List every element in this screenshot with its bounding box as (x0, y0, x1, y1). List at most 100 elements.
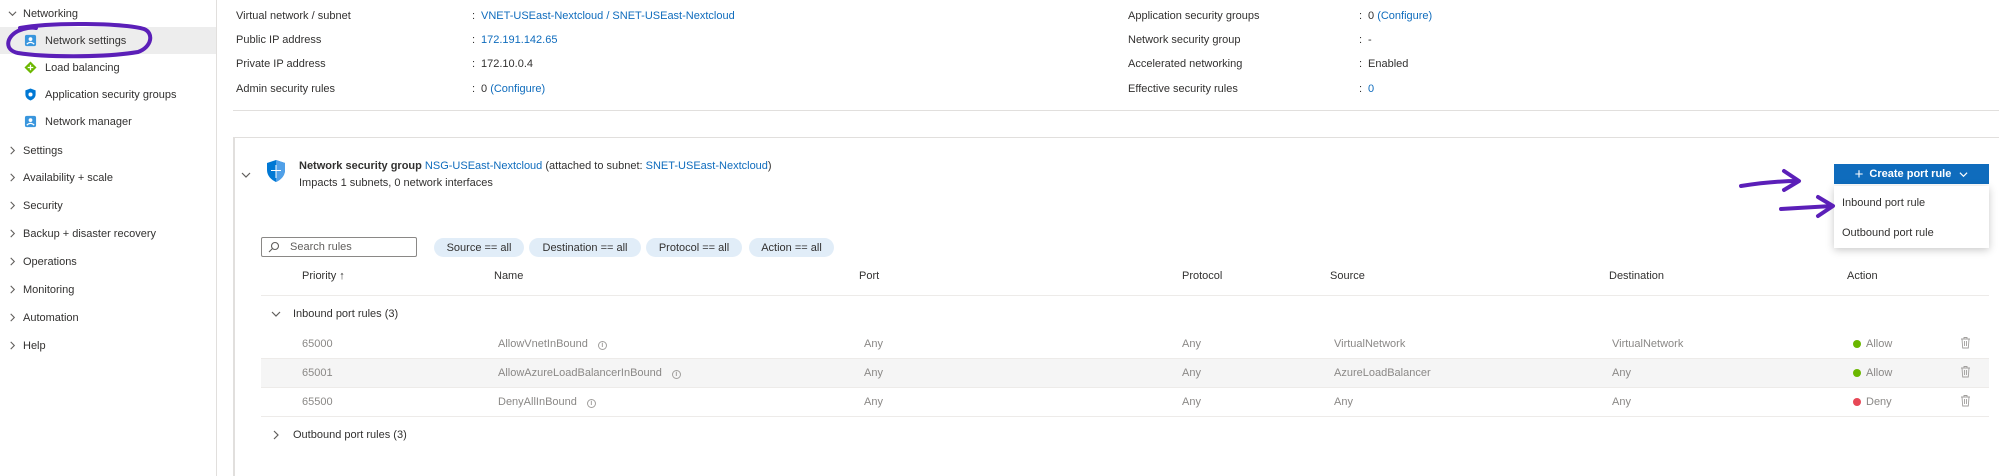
menu-item-outbound-port-rule[interactable]: Outbound port rule (1834, 219, 1989, 247)
effective-rules-link[interactable]: 0 (1368, 83, 1374, 95)
prop-separator: : (472, 83, 476, 95)
column-header-port[interactable]: Port (859, 270, 879, 282)
chevron-right-icon (8, 229, 17, 238)
delete-icon[interactable] (1960, 394, 1971, 407)
sidebar-group-help[interactable]: Help (0, 332, 216, 359)
delete-icon[interactable] (1960, 365, 1971, 378)
sidebar-item-label: Application security groups (45, 88, 177, 101)
prop-key: Network security group (1128, 34, 1241, 46)
header-divider (261, 295, 1989, 296)
public-ip-link[interactable]: 172.191.142.65 (481, 34, 557, 46)
chevron-down-icon (271, 311, 281, 317)
sidebar-group-backup-disaster-recovery[interactable]: Backup + disaster recovery (0, 220, 216, 247)
prop-separator: : (1359, 83, 1363, 95)
sidebar-group-security[interactable]: Security (0, 192, 216, 219)
sidebar-group-operations[interactable]: Operations (0, 248, 216, 275)
sidebar-item-label: Availability + scale (23, 171, 113, 184)
asg-configure-link[interactable]: (Configure) (1377, 10, 1432, 22)
chevron-right-icon (8, 146, 17, 155)
delete-icon[interactable] (1960, 336, 1971, 349)
prop-separator: : (472, 10, 476, 22)
sidebar-divider (216, 0, 217, 476)
private-ip-value: 172.10.0.4 (481, 58, 533, 70)
cell-port: Any (864, 396, 883, 408)
column-header-priority[interactable]: Priority ↑ (302, 270, 345, 282)
section-divider (233, 110, 1999, 111)
table-row[interactable]: 65500 DenyAllInBound i Any Any Any Any De… (261, 388, 1989, 416)
sidebar-group-availability-scale[interactable]: Availability + scale (0, 164, 216, 191)
prop-separator: : (1359, 10, 1363, 22)
chevron-right-icon (8, 285, 17, 294)
annotation-circle (6, 22, 153, 59)
column-header-destination[interactable]: Destination (1609, 270, 1664, 282)
nsg-panel (233, 137, 1999, 476)
sidebar-item-application-security-groups[interactable]: Application security groups (0, 81, 216, 108)
filter-pill-action[interactable]: Action == all (749, 238, 834, 257)
create-port-rule-button[interactable]: + Create port rule (1834, 164, 1989, 184)
cell-action: Allow (1853, 367, 1892, 379)
network-manager-icon (24, 115, 37, 128)
menu-item-inbound-port-rule[interactable]: Inbound port rule (1834, 189, 1989, 217)
cell-name: DenyAllInBound i (498, 396, 596, 408)
filter-pill-source[interactable]: Source == all (434, 238, 524, 257)
cell-name: AllowVnetInBound i (498, 338, 607, 350)
action-label: Allow (1866, 367, 1893, 379)
column-header-protocol[interactable]: Protocol (1182, 270, 1222, 282)
prop-separator: : (472, 58, 476, 70)
collapse-chevron-icon[interactable] (241, 170, 251, 180)
info-icon[interactable]: i (597, 341, 607, 350)
sidebar-item-label: Operations (23, 255, 77, 268)
prop-separator: : (1359, 58, 1363, 70)
sidebar-item-label: Networking (23, 7, 79, 20)
allow-check-icon (1853, 340, 1861, 348)
filter-pill-destination[interactable]: Destination == all (529, 238, 641, 257)
prop-accelerated-networking: Accelerated networking : Enabled (1128, 56, 1408, 72)
row-divider (261, 416, 1989, 417)
admin-rules-configure-link[interactable]: (Configure) (490, 83, 545, 95)
column-header-source[interactable]: Source (1330, 270, 1365, 282)
chevron-right-icon (8, 341, 17, 350)
search-rules-input[interactable]: Search rules (261, 237, 417, 257)
table-row[interactable]: 65001 AllowAzureLoadBalancerInBound i Any… (261, 359, 1989, 387)
nsg-attached-suffix: ) (767, 160, 772, 172)
column-header-name[interactable]: Name (494, 270, 523, 282)
sidebar-item-label: Network manager (45, 115, 132, 128)
admin-rules-count: 0 (481, 83, 488, 95)
nsg-name-link[interactable]: NSG-USEast-Nextcloud (425, 160, 542, 172)
prop-key: Effective security rules (1128, 83, 1238, 95)
sidebar-group-settings[interactable]: Settings (0, 137, 216, 164)
sidebar-item-label: Backup + disaster recovery (23, 227, 156, 240)
prop-key: Admin security rules (236, 83, 336, 95)
info-icon[interactable]: i (671, 370, 681, 379)
cell-destination: Any (1612, 396, 1631, 408)
sidebar-item-network-manager[interactable]: Network manager (0, 108, 216, 135)
prop-key: Public IP address (236, 34, 322, 46)
sidebar-nav: Networking Network settings Load balanci… (0, 0, 216, 476)
create-port-rule-label: Create port rule (1869, 168, 1952, 180)
nsg-subnet-link[interactable]: SNET-USEast-Nextcloud (646, 160, 768, 172)
filter-pill-protocol[interactable]: Protocol == all (646, 238, 742, 257)
group-inbound-port-rules[interactable]: Inbound port rules (3) (261, 304, 398, 324)
sidebar-item-label: Help (23, 339, 46, 352)
sidebar-item-label: Security (23, 199, 63, 212)
chevron-right-icon (8, 313, 17, 322)
sidebar-item-label: Settings (23, 144, 63, 157)
group-outbound-port-rules[interactable]: Outbound port rules (3) (261, 425, 407, 445)
sidebar-group-automation[interactable]: Automation (0, 304, 216, 331)
nsg-impact-text: Impacts 1 subnets, 0 network interfaces (299, 177, 493, 189)
sidebar-group-monitoring[interactable]: Monitoring (0, 276, 216, 303)
chevron-right-icon (8, 201, 17, 210)
action-label: Deny (1866, 396, 1892, 408)
rule-name: AllowVnetInBound (498, 338, 588, 350)
cell-priority: 65001 (302, 367, 333, 379)
prop-admin-security-rules: Admin security rules : 0 (Configure) (236, 81, 545, 97)
cell-action: Allow (1853, 338, 1892, 350)
table-row[interactable]: 65000 AllowVnetInBound i Any Any VirtualN… (261, 330, 1989, 358)
cell-destination: VirtualNetwork (1612, 338, 1684, 350)
info-icon[interactable]: i (586, 399, 596, 408)
cell-source: VirtualNetwork (1334, 338, 1406, 350)
virtual-network-link[interactable]: VNET-USEast-Nextcloud / SNET-USEast-Next… (481, 10, 735, 22)
nsg-shield-icon (267, 160, 285, 182)
column-header-action[interactable]: Action (1847, 270, 1878, 282)
prop-effective-security-rules: Effective security rules : 0 (1128, 81, 1374, 97)
